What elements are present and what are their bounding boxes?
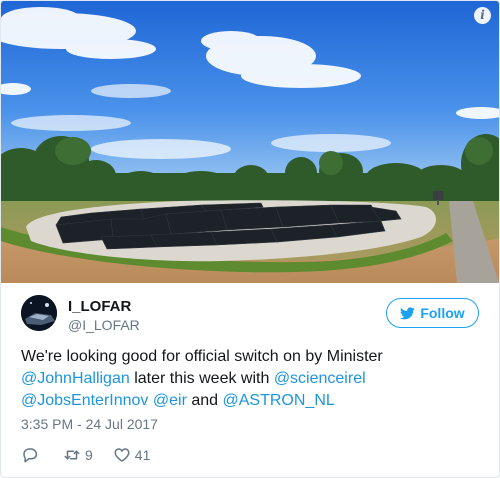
tweet-photo[interactable]: i (1, 1, 499, 283)
info-icon[interactable]: i (474, 7, 491, 24)
reply-button[interactable] (21, 446, 43, 464)
user-name[interactable]: I_LOFAR (68, 298, 131, 315)
retweet-icon (64, 450, 80, 460)
user-handle[interactable]: @I_LOFAR (68, 317, 140, 333)
tweet-text-segment: and (186, 392, 223, 409)
mention-link[interactable]: @eir (153, 392, 187, 409)
follow-button[interactable]: Follow (386, 298, 479, 328)
reply-icon (23, 448, 38, 463)
mention-link[interactable]: @JobsEnterInnov (21, 392, 148, 409)
mention-link[interactable]: @ASTRON_NL (223, 392, 335, 409)
mention-link[interactable]: @JohnHalligan (21, 370, 130, 387)
antenna-field-image (1, 1, 499, 283)
retweet-button[interactable]: 9 (63, 446, 93, 464)
follow-label: Follow (420, 305, 465, 321)
retweet-count: 9 (85, 447, 93, 463)
avatar-image (21, 295, 57, 331)
like-button[interactable]: 41 (113, 446, 151, 464)
tweet-actions: 9 41 (21, 445, 170, 465)
heart-icon (114, 448, 130, 462)
tweet-text: We're looking good for official switch o… (21, 346, 481, 412)
twitter-bird-icon (400, 306, 416, 319)
tweet-text-segment: We're looking good for official switch o… (21, 348, 383, 365)
tweet-timestamp[interactable]: 3:35 PM - 24 Jul 2017 (21, 416, 158, 432)
mention-link[interactable]: @scienceirel (274, 370, 366, 387)
like-count: 41 (134, 447, 151, 463)
tweet-header: I_LOFAR @I_LOFAR Follow (21, 295, 479, 335)
avatar[interactable] (21, 295, 57, 331)
tweet-text-segment: later this week with (129, 370, 274, 387)
tweet-card: i I_LOFAR @I_LOFAR Follow We're looking … (0, 0, 500, 478)
